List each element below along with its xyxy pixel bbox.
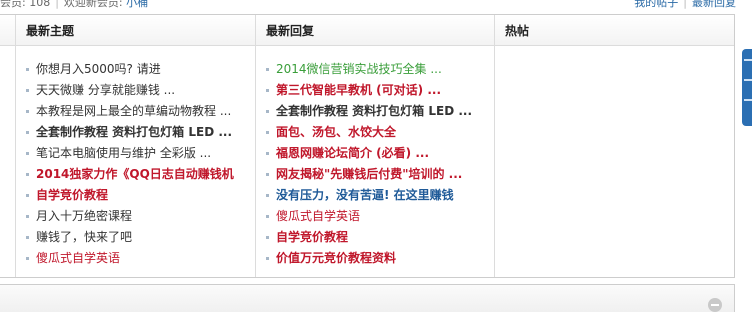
latest-reply-link[interactable]: 没有压力，没有苦逼! 在这里赚钱 (276, 188, 454, 202)
top-links: 我的帖子 | 最新回复 (634, 0, 736, 8)
bullet-icon (26, 194, 29, 197)
latest-reply-link[interactable]: 第三代智能早教机 (可对话) ... (276, 83, 441, 97)
latest-reply-item[interactable]: 网友揭秘"先赚钱后付费"培训的 ... (265, 164, 491, 185)
panel-header: 最新主题 最新回复 热帖 (0, 15, 734, 46)
column-divider (15, 15, 16, 277)
latest-topic-link[interactable]: 全套制作教程 资料打包灯箱 LED ... (36, 125, 232, 139)
bullet-icon (26, 152, 29, 155)
latest-topic-item[interactable]: 全套制作教程 资料打包灯箱 LED ... (25, 122, 251, 143)
latest-reply-link[interactable]: 面包、汤包、水饺大全 (276, 125, 396, 139)
collapse-icon[interactable] (708, 298, 722, 312)
bullet-icon (26, 68, 29, 71)
bullet-icon (26, 236, 29, 239)
next-section-panel (0, 284, 735, 312)
latest-topic-link[interactable]: 天天微赚 分享就能赚钱 ... (36, 83, 175, 97)
latest-topics-title: 最新主题 (26, 24, 75, 38)
latest-reply-item[interactable]: 自学竞价教程 (265, 227, 491, 248)
bullet-icon (266, 110, 269, 113)
latest-topic-link[interactable]: 你想月入5000吗? 请进 (36, 62, 161, 76)
latest-reply-item[interactable]: 第三代智能早教机 (可对话) ... (265, 80, 491, 101)
latest-reply-link[interactable]: 自学竞价教程 (276, 230, 348, 244)
hot-posts-title: 热帖 (505, 24, 530, 38)
side-float-tab[interactable] (742, 49, 752, 126)
latest-replies-link[interactable]: 最新回复 (692, 0, 736, 9)
latest-reply-link[interactable]: 价值万元竞价教程资料 (276, 251, 396, 265)
latest-reply-link[interactable]: 福恩网赚论坛简介 (必看) ... (276, 146, 429, 160)
latest-reply-item[interactable]: 全套制作教程 资料打包灯箱 LED ... (265, 101, 491, 122)
bullet-icon (266, 152, 269, 155)
top-info-bar: 会员: 108 | 欢迎新会员: 小桶 我的帖子 | 最新回复 (0, 0, 752, 14)
bullet-icon (26, 110, 29, 113)
latest-topic-link[interactable]: 傻瓜式自学英语 (36, 251, 120, 265)
latest-topic-item[interactable]: 本教程是网上最全的草编动物教程 ... (25, 101, 251, 122)
new-member-link[interactable]: 小桶 (126, 0, 148, 9)
latest-topic-link[interactable]: 本教程是网上最全的草编动物教程 ... (36, 104, 231, 118)
latest-topic-link[interactable]: 赚钱了，快来了吧 (36, 230, 132, 244)
latest-topic-link[interactable]: 笔记本电脑使用与维护 全彩版 ... (36, 146, 211, 160)
latest-topic-link[interactable]: 自学竞价教程 (36, 188, 108, 202)
latest-reply-link[interactable]: 网友揭秘"先赚钱后付费"培训的 ... (276, 167, 462, 181)
bullet-icon (266, 215, 269, 218)
latest-topic-item[interactable]: 傻瓜式自学英语 (25, 248, 251, 269)
latest-reply-item[interactable]: 傻瓜式自学英语 (265, 206, 491, 227)
latest-topic-item[interactable]: 自学竞价教程 (25, 185, 251, 206)
latest-reply-item[interactable]: 没有压力，没有苦逼! 在这里赚钱 (265, 185, 491, 206)
bullet-icon (266, 173, 269, 176)
latest-reply-item[interactable]: 面包、汤包、水饺大全 (265, 122, 491, 143)
bullet-icon (266, 236, 269, 239)
latest-topic-link[interactable]: 月入十万绝密课程 (36, 209, 132, 223)
column-divider (255, 15, 256, 277)
latest-reply-link[interactable]: 全套制作教程 资料打包灯箱 LED ... (276, 104, 472, 118)
latest-reply-item[interactable]: 2014微信营销实战技巧全集 ... (265, 59, 491, 80)
latest-reply-item[interactable]: 福恩网赚论坛简介 (必看) ... (265, 143, 491, 164)
bullet-icon (26, 131, 29, 134)
my-posts-link[interactable]: 我的帖子 (634, 0, 678, 9)
latest-topic-item[interactable]: 天天微赚 分享就能赚钱 ... (25, 80, 251, 101)
bullet-icon (26, 173, 29, 176)
bullet-icon (266, 194, 269, 197)
bullet-icon (26, 257, 29, 260)
forum-stats-panel: 最新主题 最新回复 热帖 你想月入5000吗? 请进 天天微赚 分享就能赚钱 ..… (0, 14, 735, 278)
latest-reply-link[interactable]: 2014微信营销实战技巧全集 ... (276, 62, 442, 76)
latest-reply-link[interactable]: 傻瓜式自学英语 (276, 209, 360, 223)
bullet-icon (266, 68, 269, 71)
welcome-text: 欢迎新会员: (63, 0, 123, 9)
latest-topic-item[interactable]: 月入十万绝密课程 (25, 206, 251, 227)
bullet-icon (266, 89, 269, 92)
column-divider (494, 15, 495, 277)
latest-topic-item[interactable]: 2014独家力作《QQ日志自动赚钱机 (25, 164, 251, 185)
latest-topics-list: 你想月入5000吗? 请进 天天微赚 分享就能赚钱 ... 本教程是网上最全的草编动… (25, 59, 251, 269)
latest-topic-item[interactable]: 赚钱了，快来了吧 (25, 227, 251, 248)
latest-reply-item[interactable]: 价值万元竞价教程资料 (265, 248, 491, 269)
latest-topic-link[interactable]: 2014独家力作《QQ日志自动赚钱机 (36, 167, 234, 181)
latest-replies-title: 最新回复 (266, 24, 315, 38)
bullet-icon (266, 257, 269, 260)
bullet-icon (26, 215, 29, 218)
bullet-icon (26, 89, 29, 92)
site-stats: 会员: 108 | 欢迎新会员: 小桶 (0, 0, 148, 8)
latest-replies-list: 2014微信营销实战技巧全集 ... 第三代智能早教机 (可对话) ... 全套制作… (265, 59, 491, 269)
bullet-icon (266, 131, 269, 134)
member-count: 会员: 108 (0, 0, 51, 9)
latest-topic-item[interactable]: 笔记本电脑使用与维护 全彩版 ... (25, 143, 251, 164)
latest-topic-item[interactable]: 你想月入5000吗? 请进 (25, 59, 251, 80)
